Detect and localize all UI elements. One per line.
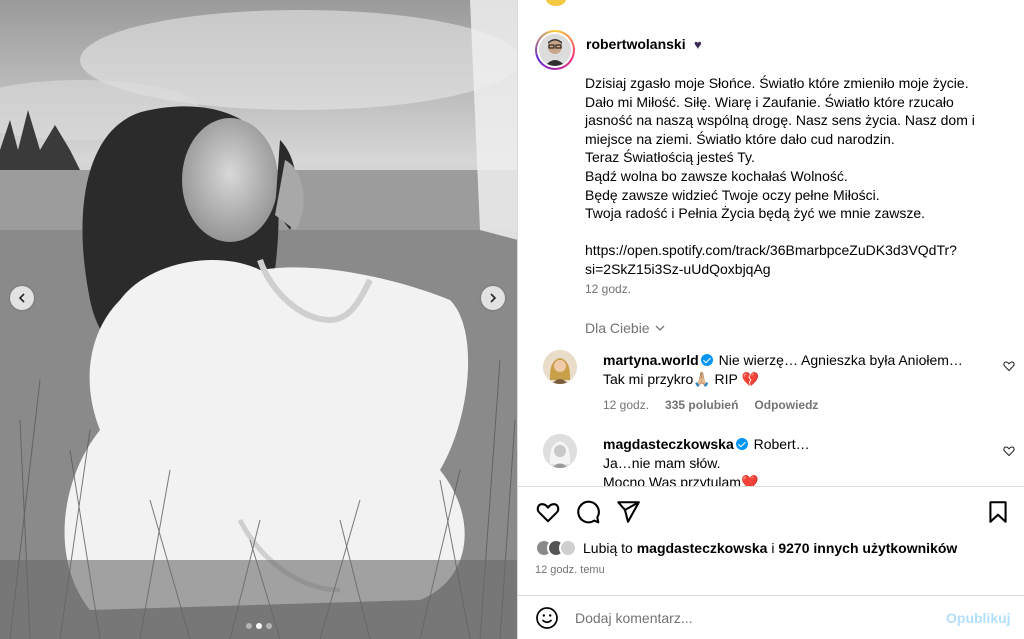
comment-username[interactable]: martyna.world: [603, 352, 699, 368]
author-username[interactable]: robertwolanski: [586, 36, 686, 52]
comment-item: martyna.world Nie wierzę… Agnieszka była…: [535, 350, 1015, 420]
comment-avatar[interactable]: [543, 350, 577, 384]
post-media: [0, 0, 518, 639]
like-heart-icon[interactable]: [535, 499, 561, 525]
chevron-down-icon: [655, 325, 665, 331]
emoji-smiley-icon[interactable]: [535, 606, 559, 630]
comment-text-line1: Robert…: [749, 436, 810, 452]
likes-summary[interactable]: Lubią to magdasteczkowska i 9270 innych …: [535, 539, 957, 557]
previous-avatar-fragment: [546, 0, 566, 6]
post-timestamp[interactable]: 12 godz. temu: [535, 564, 605, 576]
for-you-toggle[interactable]: Dla Ciebie: [585, 320, 666, 336]
share-paper-plane-icon[interactable]: [615, 499, 641, 525]
add-comment-bar: Opublikuj: [518, 595, 1024, 639]
likes-others-count[interactable]: 9270 innych użytkowników: [778, 540, 957, 556]
liker-username[interactable]: magdasteczkowska: [637, 540, 768, 556]
like-comment-heart-icon[interactable]: [1003, 360, 1015, 372]
comment-text-block: martyna.world Nie wierzę… Agnieszka była…: [603, 351, 973, 389]
carousel-next-button[interactable]: [481, 286, 505, 310]
comment-text-line3: Mocno Was przytulam❤️: [603, 474, 759, 486]
comment-item: magdasteczkowska Robert… Ja…nie mam słów…: [535, 434, 1015, 486]
post-side-panel: robertwolanski ♥ Dzisiaj zgasło moje Sło…: [518, 0, 1024, 639]
comment-text-block: magdasteczkowska Robert… Ja…nie mam słów…: [603, 435, 973, 486]
for-you-label: Dla Ciebie: [585, 320, 650, 336]
publish-button[interactable]: Opublikuj: [946, 610, 1011, 626]
commenter-avatar-icon: [543, 350, 577, 384]
carousel-dot: [266, 623, 272, 629]
carousel-dot: [246, 623, 252, 629]
comment-meta: 12 godz. 335 polubień Odpowiedz: [603, 398, 818, 412]
post-dialog: robertwolanski ♥ Dzisiaj zgasło moje Sło…: [0, 0, 1024, 639]
comment-text-line2: Ja…nie mam słów.: [603, 455, 721, 471]
liker-avatar: [559, 539, 577, 557]
comment-bubble-icon[interactable]: [575, 499, 601, 525]
post-photo: [0, 0, 517, 639]
comment-avatar[interactable]: [543, 434, 577, 468]
carousel-dots: [0, 623, 517, 629]
like-comment-heart-icon[interactable]: [1003, 445, 1015, 457]
likes-conjunction: i: [771, 540, 775, 556]
post-actions-section: Lubią to magdasteczkowska i 9270 innych …: [518, 486, 1024, 639]
comment-time[interactable]: 12 godz.: [603, 398, 649, 412]
carousel-prev-button[interactable]: [10, 286, 34, 310]
verified-badge-icon: [735, 438, 748, 450]
chevron-left-icon: [18, 293, 25, 303]
likes-prefix: Lubią to: [583, 540, 633, 556]
comment-input[interactable]: [575, 610, 915, 626]
reply-button[interactable]: Odpowiedz: [754, 398, 818, 412]
black-heart-emoji: ♥: [694, 37, 702, 52]
author-avatar-icon: [539, 34, 571, 66]
chevron-right-icon: [490, 293, 497, 303]
comment-username[interactable]: magdasteczkowska: [603, 436, 734, 452]
caption-header: robertwolanski ♥: [586, 36, 996, 54]
caption-text: Dzisiaj zgasło moje Słońce. Światło któr…: [585, 75, 975, 277]
comment-likes[interactable]: 335 polubień: [665, 398, 738, 412]
save-bookmark-icon[interactable]: [985, 499, 1011, 525]
likes-text: Lubią to magdasteczkowska i 9270 innych …: [583, 540, 957, 556]
commenter-avatar-icon: [543, 434, 577, 468]
caption-avatar[interactable]: [535, 30, 575, 70]
caption-time[interactable]: 12 godz.: [585, 282, 631, 296]
carousel-dot-active: [256, 623, 262, 629]
comments-scroll-area[interactable]: robertwolanski ♥ Dzisiaj zgasło moje Sło…: [518, 0, 1024, 486]
verified-badge-icon: [700, 354, 713, 366]
